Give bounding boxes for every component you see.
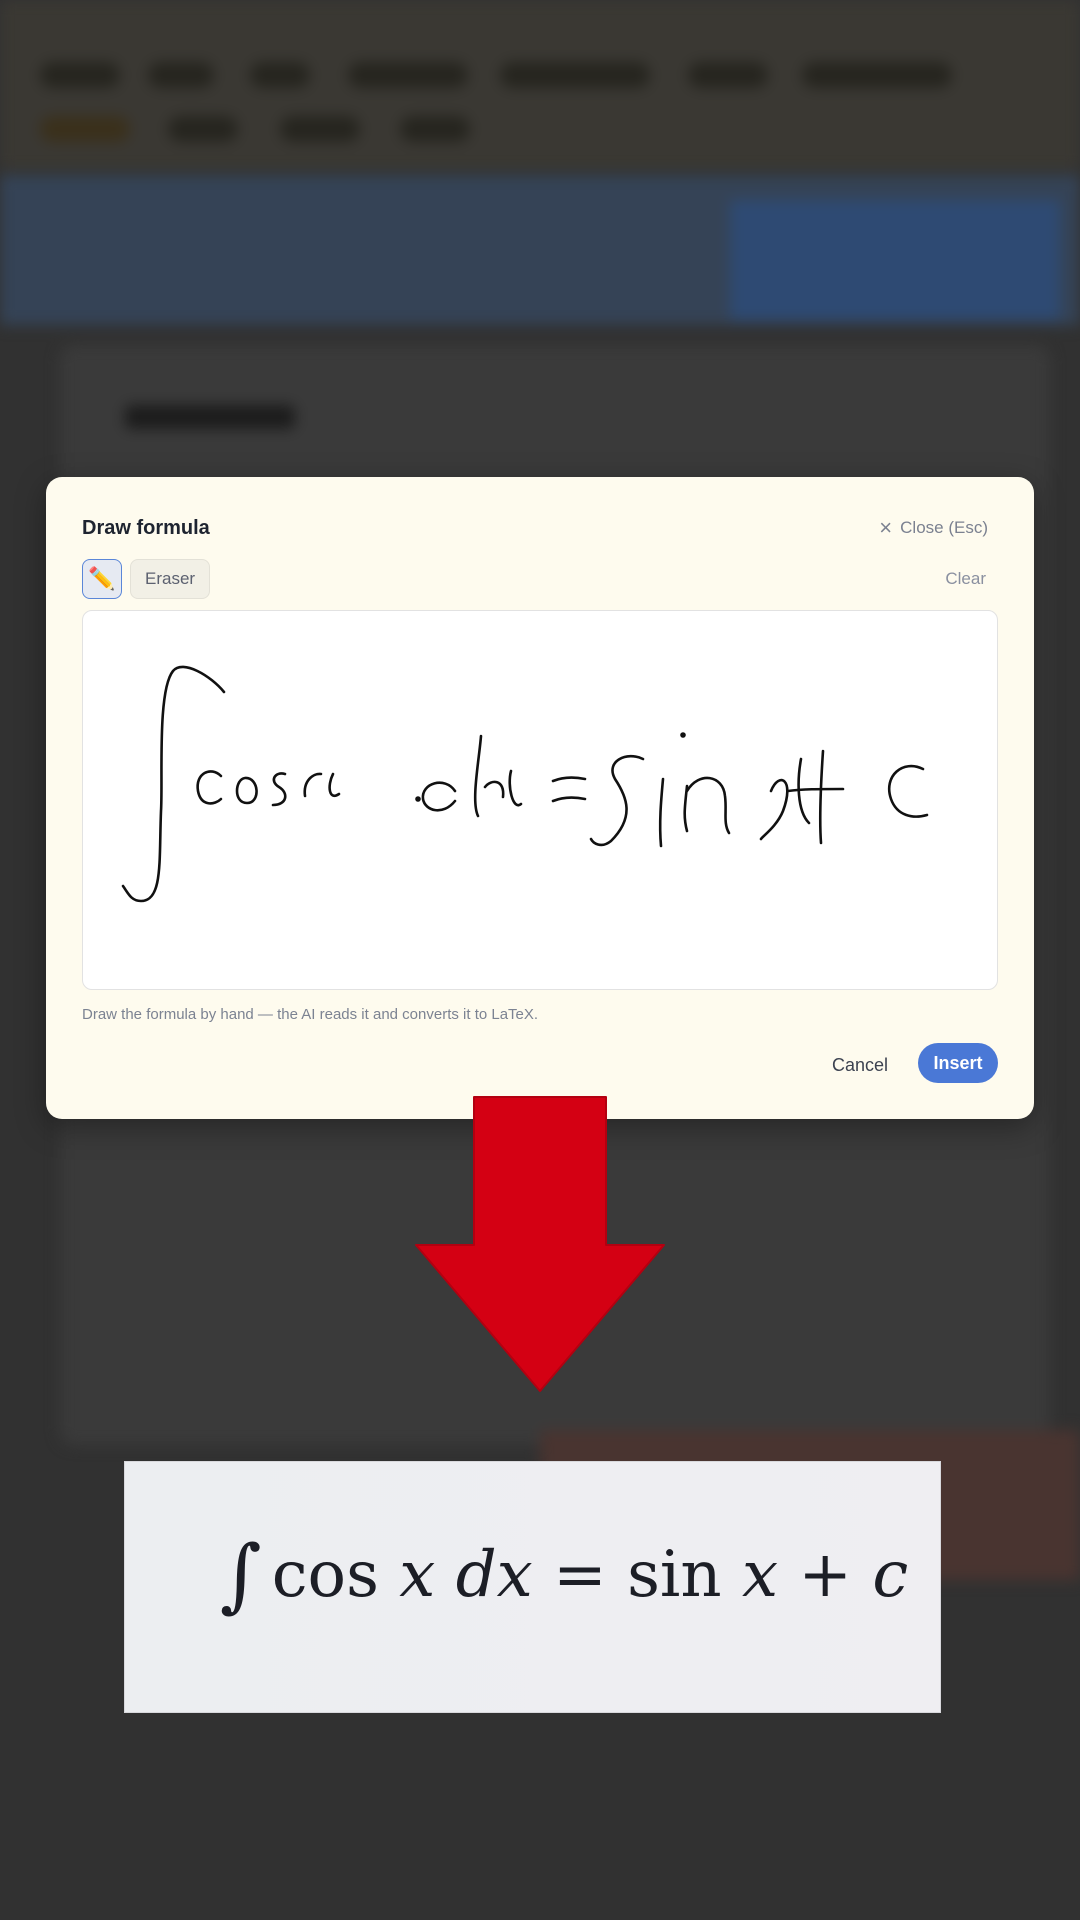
background-nav-pill	[400, 116, 470, 142]
background-nav-pill	[250, 62, 310, 88]
handwriting-strokes	[121, 665, 929, 903]
background-nav-pill	[168, 116, 238, 142]
background-nav-pill	[280, 116, 360, 142]
formula-plus: +	[798, 1538, 852, 1612]
formula-dx: dx	[455, 1538, 533, 1612]
background-nav-pill	[802, 62, 952, 88]
formula-equals: =	[553, 1538, 607, 1612]
modal-title: Draw formula	[82, 517, 210, 539]
formula-sin: sin	[627, 1538, 722, 1612]
clear-button[interactable]: Clear	[945, 569, 986, 589]
background-nav-pill	[40, 62, 120, 88]
background-image-block	[730, 200, 1060, 320]
canvas-hint: Draw the formula by hand — the AI reads …	[82, 1006, 539, 1023]
close-icon: ×	[879, 515, 893, 540]
pencil-icon: ✏️	[88, 566, 116, 591]
pencil-tool-button[interactable]: ✏️	[82, 559, 122, 599]
formula-x: x	[741, 1538, 779, 1612]
background-nav-pill	[688, 62, 768, 88]
formula-cos: cos	[271, 1538, 379, 1612]
background-nav-pill	[148, 62, 214, 88]
close-button[interactable]: × Close (Esc)	[879, 517, 988, 539]
formula-x: x	[399, 1538, 436, 1612]
eraser-tool-button[interactable]: Eraser	[130, 559, 211, 599]
latex-result-card: ∫ cos x dx = sin x + c	[124, 1461, 941, 1713]
background-nav-pill	[500, 62, 650, 88]
tool-row: ✏️ Eraser	[82, 559, 211, 599]
down-arrow-icon	[415, 1096, 665, 1392]
drawing-canvas[interactable]	[82, 610, 998, 990]
formula-c: c	[872, 1538, 909, 1612]
background-nav-pill	[348, 62, 468, 88]
cancel-button[interactable]: Cancel	[832, 1055, 888, 1076]
background-card-title	[125, 405, 295, 429]
integral-sign: ∫	[220, 1528, 262, 1621]
rendered-formula: ∫ cos x dx = sin x + c	[220, 1522, 909, 1621]
insert-button[interactable]: Insert	[918, 1043, 998, 1083]
background-nav-pill	[40, 116, 130, 142]
close-label: Close (Esc)	[900, 518, 988, 537]
draw-formula-modal: Draw formula × Close (Esc) ✏️ Eraser Cle…	[46, 477, 1034, 1119]
